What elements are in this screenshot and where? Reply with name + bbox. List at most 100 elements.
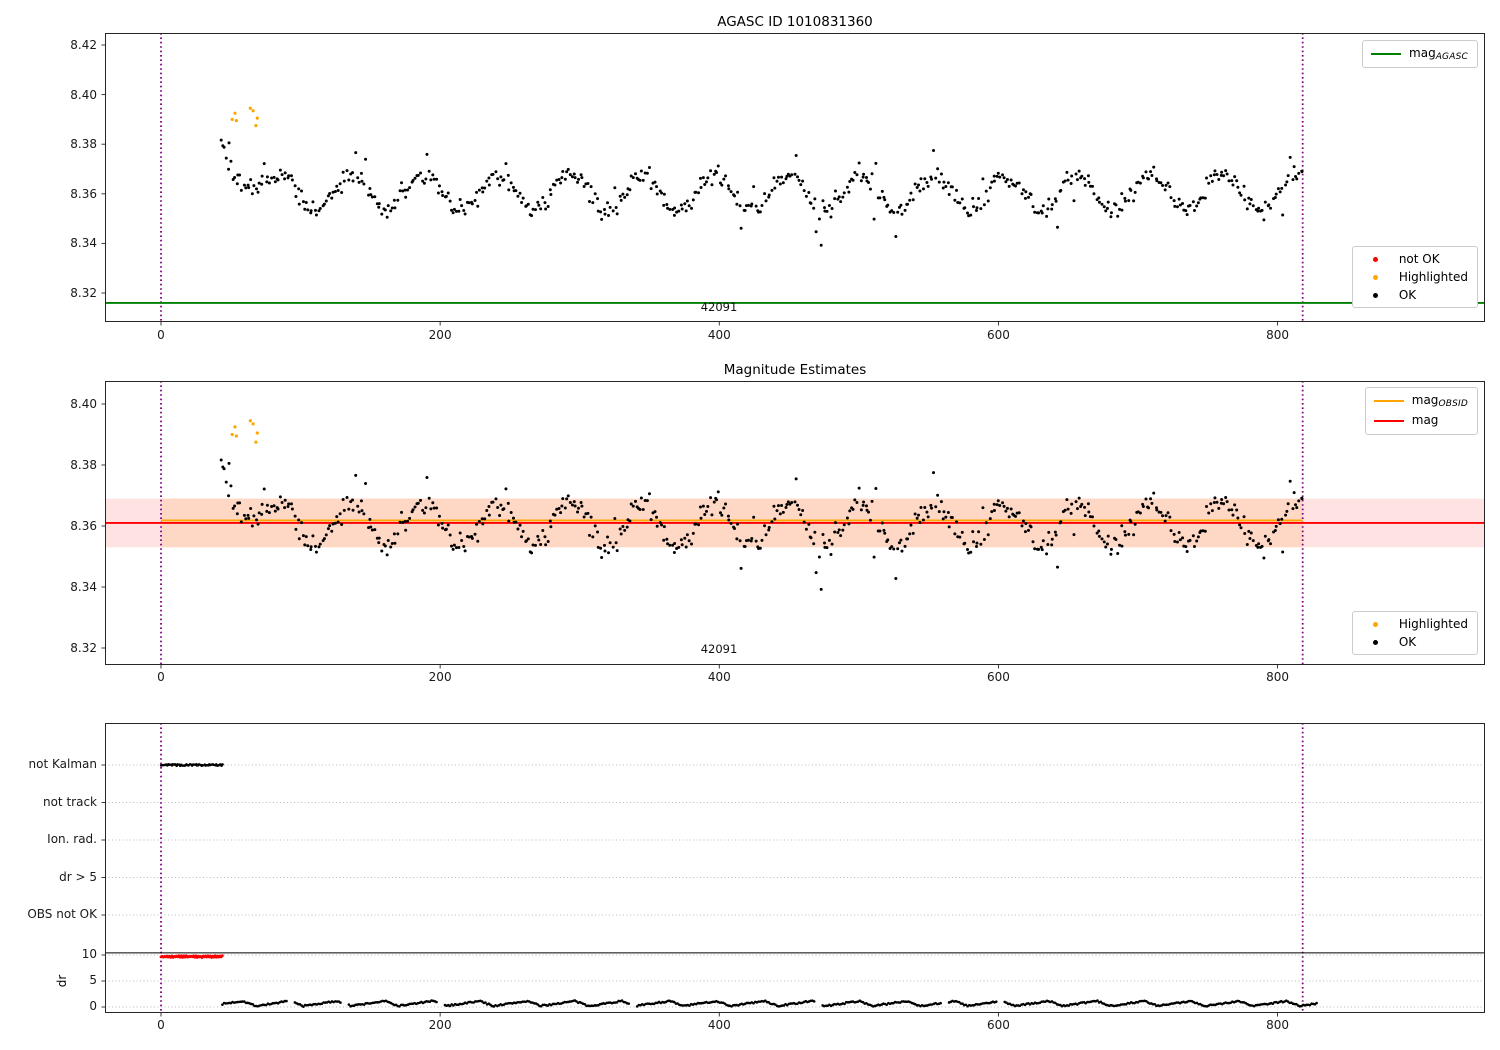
ok-point-middle — [760, 538, 764, 542]
ok-point-middle — [1205, 505, 1209, 509]
ok-point-middle — [684, 545, 688, 549]
ok-point-top — [1083, 183, 1087, 187]
ok-point-top — [1191, 200, 1195, 204]
ok-point-top — [776, 175, 780, 179]
ok-point-middle — [289, 502, 293, 506]
ok-point-middle — [1245, 543, 1249, 547]
ok-point-middle — [1191, 534, 1195, 538]
ok-point-top — [498, 183, 502, 187]
ok-point-middle — [971, 530, 975, 534]
ok-point-top — [763, 192, 767, 196]
ok-point-middle — [1024, 522, 1028, 526]
ok-point-middle — [915, 516, 919, 520]
ok-point-top — [1031, 205, 1035, 209]
ok-point-middle — [596, 530, 600, 534]
ok-point-middle — [827, 538, 831, 542]
ok-point-middle — [351, 498, 355, 502]
ok-point-middle — [398, 520, 402, 524]
ok-point-middle — [416, 501, 420, 505]
ok-point-top — [1213, 169, 1217, 173]
ok-point-top — [265, 180, 269, 184]
ok-point-middle — [906, 537, 910, 541]
ok-point-top — [872, 217, 876, 221]
ok-point-top — [229, 159, 233, 163]
highlighted-point-top — [251, 109, 255, 113]
ok-point-top — [1260, 208, 1264, 212]
ok-point-middle — [1166, 511, 1170, 515]
ok-point-top — [509, 181, 513, 185]
dr-tick-label: 10 — [81, 947, 97, 961]
ok-point-top — [822, 206, 826, 210]
ok-point-middle — [257, 511, 261, 515]
ok-point-top — [859, 179, 863, 183]
ok-point-top — [539, 207, 543, 211]
ok-point-top — [697, 191, 701, 195]
ok-point-top — [1105, 206, 1109, 210]
highlighted-point-top — [254, 124, 258, 128]
ok-point-top — [354, 151, 358, 155]
ok-point-middle — [1027, 528, 1031, 532]
mag-obsid-line-swatch — [1373, 399, 1404, 403]
ok-point-middle — [796, 503, 800, 507]
ok-point-top — [1040, 211, 1044, 215]
legend-marker-cell — [1370, 52, 1402, 56]
ok-point-middle — [847, 522, 851, 526]
ok-point-top — [726, 184, 730, 188]
ok-point-middle — [386, 539, 390, 543]
ok-point-top — [460, 204, 464, 208]
ok-point-top — [270, 176, 274, 180]
ok-point-middle — [1087, 510, 1091, 514]
ok-point-middle — [722, 506, 726, 510]
ok-point-top — [297, 202, 301, 206]
ok-point-top — [807, 191, 811, 195]
ok-point-middle — [406, 519, 410, 523]
ok-point-top — [611, 209, 615, 213]
ok-point-middle — [665, 537, 669, 541]
ok-point-middle — [851, 507, 855, 511]
ok-point-top — [427, 169, 431, 173]
legend-item-mag-agasc: magAGASC — [1370, 46, 1468, 62]
ok-point-middle — [628, 519, 632, 523]
ok-point-top — [1127, 199, 1131, 203]
x-tick-label: 600 — [986, 1018, 1010, 1032]
ok-point-middle — [809, 536, 813, 540]
ok-point-middle — [342, 508, 346, 512]
ok-point-middle — [507, 519, 511, 523]
ok-point-top — [424, 177, 428, 181]
ok-point-middle — [836, 530, 840, 534]
ok-point-top — [485, 179, 489, 183]
ok-point-middle — [767, 525, 771, 529]
ok-point-top — [655, 185, 659, 189]
highlighted-point-top — [230, 117, 234, 121]
ok-point-top — [628, 188, 632, 192]
ok-point-top — [908, 198, 912, 202]
ok-point-middle — [481, 522, 485, 526]
ok-point-top — [1280, 186, 1284, 190]
ok-point-top — [1210, 179, 1214, 183]
ok-point-top — [1097, 200, 1101, 204]
ok-point-middle — [911, 531, 915, 535]
ok-point-top — [239, 188, 243, 192]
ok-point-middle — [333, 521, 337, 525]
dr-tick-label: 0 — [89, 999, 97, 1013]
ok-point-middle — [1150, 501, 1154, 505]
ok-point-top — [328, 192, 332, 196]
ok-point-middle — [1235, 508, 1239, 512]
x-tick-label: 400 — [707, 670, 731, 684]
ok-point-top — [796, 175, 800, 179]
ok-point-top — [813, 197, 817, 201]
ok-point-top — [351, 179, 355, 183]
ok-point-top — [475, 190, 479, 194]
ok-point-middle — [311, 534, 315, 538]
ok-point-top — [290, 178, 294, 182]
ok-point-top — [1161, 184, 1165, 188]
ok-point-top — [817, 217, 821, 221]
ok-point-top — [720, 183, 724, 187]
ok-point-middle — [1080, 502, 1084, 506]
ok-point-middle — [340, 522, 344, 526]
ok-point-middle — [440, 521, 444, 525]
ok-point-middle — [477, 519, 481, 523]
ok-point-middle — [867, 510, 871, 514]
legend-item-ok: OK — [1360, 288, 1468, 302]
ok-point-top — [862, 172, 866, 176]
